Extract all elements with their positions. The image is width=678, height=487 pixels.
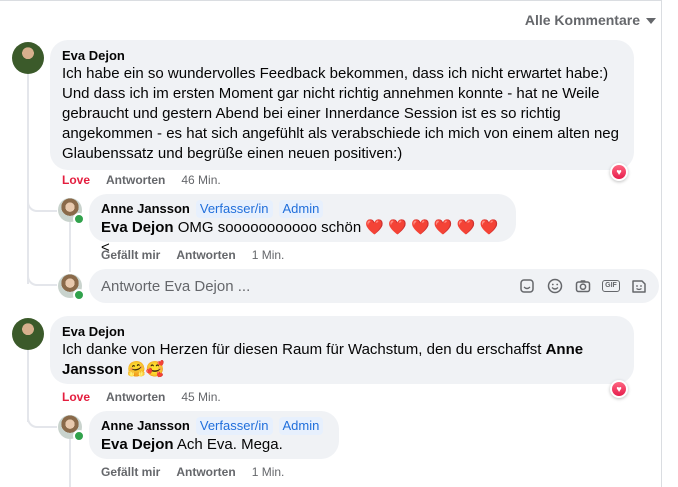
timestamp[interactable]: 45 Min. <box>181 390 220 404</box>
mention-link[interactable]: Eva Dejon <box>101 219 174 236</box>
reply-author-row: Anne Jansson Verfasser/in Admin <box>101 417 327 435</box>
camera-icon[interactable] <box>575 278 591 294</box>
thread-line <box>69 222 71 272</box>
mention-link[interactable]: Eva Dejon <box>101 436 174 453</box>
thread-line <box>27 74 29 284</box>
comment-bubble: Eva Dejon Ich danke von Herzen für diese… <box>50 316 634 384</box>
gif-icon[interactable]: GIF <box>602 278 620 294</box>
author-badge: Verfasser/in <box>195 200 273 218</box>
sticker-icon[interactable] <box>519 278 535 294</box>
divider <box>0 0 662 1</box>
love-reaction-link[interactable]: Love <box>62 390 90 404</box>
avatar-sticker-icon[interactable] <box>631 278 647 294</box>
comment-actions: Love Antworten 46 Min. <box>62 173 221 187</box>
comment-bubble: Eva Dejon Ich habe ein so wundervolles F… <box>50 40 634 170</box>
comment-text: Ich danke von Herzen für diesen Raum für… <box>62 340 622 380</box>
online-status-icon <box>73 289 85 301</box>
timestamp[interactable]: 1 Min. <box>252 248 285 262</box>
comment-text-body: Ich danke von Herzen für diesen Raum für… <box>62 341 546 358</box>
reply-author[interactable]: Anne Jansson <box>101 418 190 434</box>
reply-author[interactable]: Anne Jansson <box>101 201 190 217</box>
emoji-icon[interactable] <box>547 278 563 294</box>
caret-down-icon <box>646 18 656 24</box>
timestamp[interactable]: 46 Min. <box>181 173 220 187</box>
timestamp[interactable]: 1 Min. <box>252 465 285 479</box>
reply-text: Eva Dejon Ach Eva. Mega. <box>101 435 327 455</box>
reply-actions: Gefällt mir Antworten 1 Min. <box>101 465 284 479</box>
comment-author[interactable]: Eva Dejon <box>62 324 622 340</box>
reply-input-tools: GIF <box>519 278 647 294</box>
reply-link[interactable]: Antworten <box>176 465 235 479</box>
comment-author[interactable]: Eva Dejon <box>62 48 622 64</box>
divider <box>661 0 662 487</box>
comment-actions: Love Antworten 45 Min. <box>62 390 221 404</box>
sort-label: Alle Kommentare <box>524 12 640 28</box>
admin-badge: Admin <box>278 417 324 435</box>
reply-bubble: Anne Jansson Verfasser/in Admin Eva Dejo… <box>89 194 516 256</box>
love-reaction-link[interactable]: Love <box>62 173 90 187</box>
reply-actions: Gefällt mir Antworten 1 Min. <box>101 248 284 262</box>
heart-reaction-icon[interactable]: ♥ <box>610 163 628 181</box>
reply-text-body: Ach Eva. Mega. <box>176 436 283 453</box>
reply-link[interactable]: Antworten <box>106 390 165 404</box>
like-link[interactable]: Gefällt mir <box>101 248 160 262</box>
thread-line <box>69 439 71 487</box>
thread-connector <box>27 196 57 212</box>
online-status-icon <box>73 430 85 442</box>
like-link[interactable]: Gefällt mir <box>101 465 160 479</box>
comment-emoji: 🤗🥰 <box>122 361 165 378</box>
author-badge: Verfasser/in <box>195 417 273 435</box>
reply-link[interactable]: Antworten <box>176 248 235 262</box>
comment-sort-dropdown[interactable]: Alle Kommentare <box>525 12 656 28</box>
reply-link[interactable]: Antworten <box>106 173 165 187</box>
reply-bubble: Anne Jansson Verfasser/in Admin Eva Dejo… <box>89 411 339 459</box>
reply-author-row: Anne Jansson Verfasser/in Admin <box>101 200 504 218</box>
reply-input[interactable]: Antworte Eva Dejon ... GIF <box>89 269 659 303</box>
heart-reaction-icon[interactable]: ♥ <box>610 380 628 398</box>
thread-connector <box>27 270 57 286</box>
reply-placeholder: Antworte Eva Dejon ... <box>101 277 251 295</box>
admin-badge: Admin <box>278 200 324 218</box>
comment-text: Ich habe ein so wundervolles Feedback be… <box>62 65 619 162</box>
online-status-icon <box>73 213 85 225</box>
avatar[interactable] <box>12 318 44 350</box>
avatar[interactable] <box>12 42 44 74</box>
thread-connector <box>27 412 57 428</box>
